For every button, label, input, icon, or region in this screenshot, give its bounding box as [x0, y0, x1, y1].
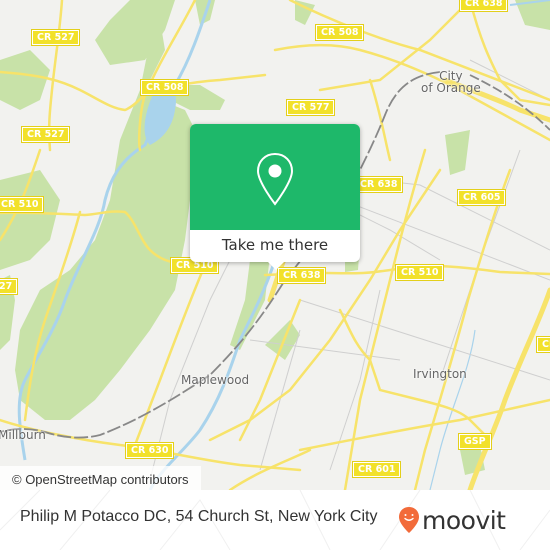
take-me-there-button[interactable]: Take me there [190, 230, 360, 262]
moovit-logo-text: moovit [422, 505, 506, 535]
destination-popup: Take me there [190, 124, 360, 270]
park [0, 170, 60, 270]
road-label: CR 527 [30, 29, 81, 46]
road-label: CR [535, 336, 550, 353]
road-label: CR 605 [456, 189, 507, 206]
road [368, 78, 392, 162]
place-label-maplewood: Maplewood [181, 373, 250, 387]
park [95, 0, 175, 65]
highway [467, 287, 550, 490]
road-label: CR 527 [20, 126, 71, 143]
map-pin-icon [256, 152, 294, 206]
map-attribution[interactable]: © OpenStreetMap contributors [0, 466, 201, 490]
footer: Philip M Potacco DC, 54 Church St, New Y… [0, 490, 550, 550]
popup-pointer [268, 262, 284, 270]
map[interactable]: CR 527 CR 508 CR 508 CR 638 CR 527 CR 57… [0, 0, 550, 490]
road-label: CR 638 [276, 267, 327, 284]
park [0, 50, 50, 110]
moovit-logo[interactable]: moovit [398, 500, 506, 540]
road-label: CR 630 [124, 442, 175, 459]
popup-header [190, 124, 360, 230]
moovit-pin-icon [399, 507, 419, 533]
place-label-irvington: Irvington [413, 367, 467, 381]
road-label: CR 638 [353, 176, 404, 193]
park [230, 255, 270, 350]
park [445, 130, 470, 175]
road-label: GSP [458, 433, 492, 450]
destination-address: Philip M Potacco DC, 54 Church St, New Y… [20, 508, 378, 525]
road-label: CR 638 [458, 0, 509, 12]
road-label: CR 510 [0, 196, 45, 213]
place-label-city-of-orange: City of Orange [421, 69, 481, 95]
road [288, 0, 550, 102]
road-label: 27 [0, 278, 19, 295]
place-label-millburn: Millburn [0, 428, 46, 442]
road-label: CR 508 [139, 79, 190, 96]
park [265, 320, 300, 360]
road-label: CR 510 [394, 264, 445, 281]
road-label: CR 577 [285, 99, 336, 116]
road-label: CR 601 [351, 461, 402, 478]
road [298, 398, 550, 452]
minor-road [439, 149, 521, 381]
road-label: CR 508 [314, 24, 365, 41]
